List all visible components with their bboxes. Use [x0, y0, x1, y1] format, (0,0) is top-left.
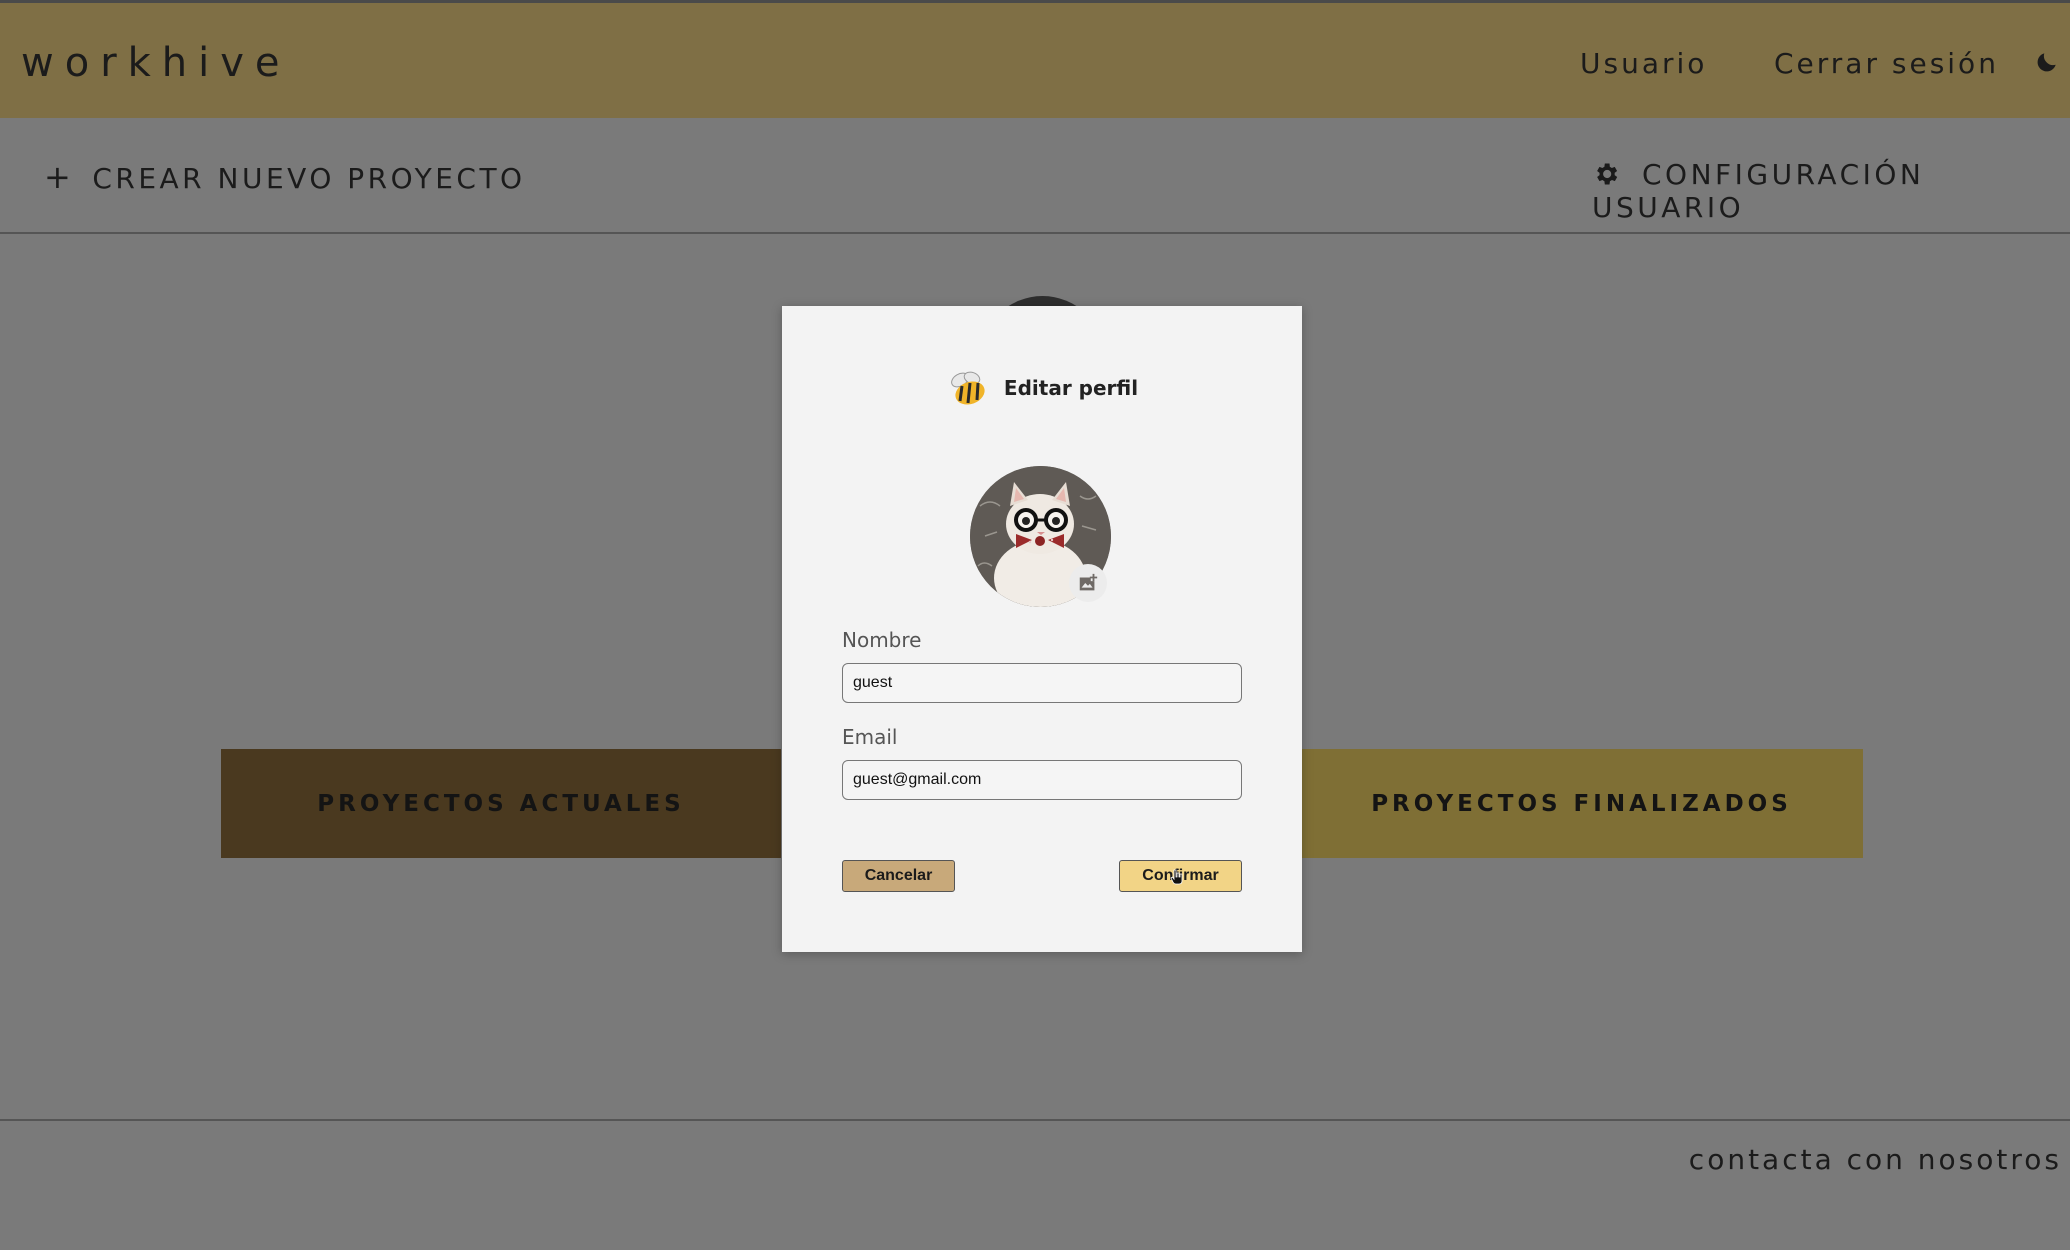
name-label: Nombre [842, 628, 922, 652]
gear-icon [1597, 163, 1618, 185]
edit-profile-modal: Editar perfil Nombre guest Email guest@g… [782, 306, 1302, 952]
user-config-label: CONFIGURACIÓN USUARIO [1592, 158, 1925, 224]
plus-icon: + [44, 158, 75, 196]
action-bar: + CREAR NUEVO PROYECTO CONFIGURACIÓN USUA… [0, 118, 2070, 234]
add-photo-icon [1079, 573, 1098, 591]
moon-icon[interactable] [2034, 49, 2060, 75]
tab-current-projects[interactable]: PROYECTOS ACTUALES [221, 749, 781, 858]
modal-title: Editar perfil [1003, 376, 1139, 400]
change-photo-button[interactable] [1069, 564, 1107, 602]
top-navbar: workhive Usuario Cerrar sesión [0, 0, 2070, 118]
contact-link[interactable]: contacta con nosotros [1689, 1143, 2062, 1176]
tab-finished-projects[interactable]: PROYECTOS FINALIZADOS [1300, 749, 1863, 858]
modal-header: Editar perfil [782, 368, 1302, 408]
bee-icon [951, 371, 985, 405]
nav-user-link[interactable]: Usuario [1580, 47, 1707, 80]
app-brand[interactable]: workhive [21, 40, 291, 86]
footer-divider [0, 1119, 2070, 1121]
name-field[interactable] [842, 663, 1242, 703]
create-project-label: CREAR NUEVO PROYECTO [92, 162, 526, 195]
cancel-button[interactable]: Cancelar [842, 860, 955, 892]
email-field[interactable] [842, 760, 1242, 800]
hand-cursor-icon [1170, 869, 1183, 885]
email-label: Email [842, 725, 898, 749]
nav-logout-link[interactable]: Cerrar sesión [1774, 47, 1999, 80]
create-project-button[interactable]: + CREAR NUEVO PROYECTO [44, 158, 526, 196]
user-config-button[interactable]: CONFIGURACIÓN USUARIO [1592, 158, 2070, 224]
